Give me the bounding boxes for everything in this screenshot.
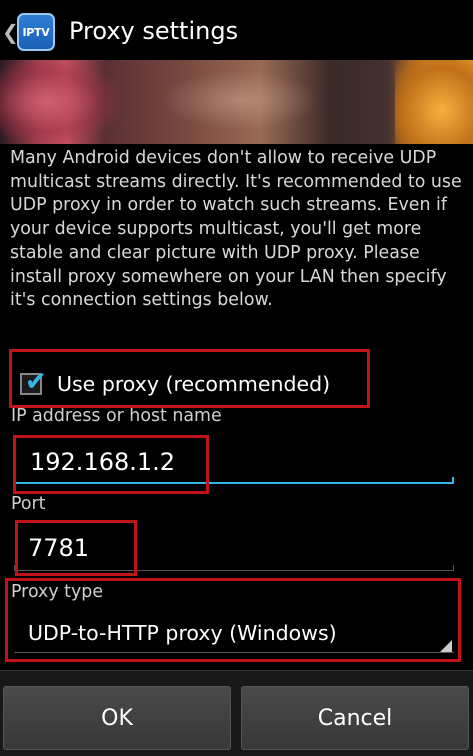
action-bar: ❮ IPTV Proxy settings — [0, 0, 473, 68]
cancel-button[interactable]: Cancel — [241, 686, 469, 750]
use-proxy-label[interactable]: Use proxy (recommended) — [57, 372, 330, 396]
iptv-app-icon[interactable]: IPTV — [17, 13, 55, 51]
host-input[interactable]: 192.168.1.2 — [30, 444, 175, 480]
port-input-underline — [14, 565, 454, 571]
button-bar: OK Cancel — [0, 670, 473, 756]
use-proxy-checkbox-row[interactable]: ✔ Use proxy (recommended) — [20, 364, 330, 404]
dropdown-corner-icon[interactable] — [440, 640, 452, 652]
settings-form: Many Android devices don't allow to rece… — [0, 144, 473, 670]
description-text: Many Android devices don't allow to rece… — [10, 148, 462, 311]
banner-image — [0, 60, 473, 144]
proxy-type-label: Proxy type — [11, 582, 104, 602]
checkmark-icon: ✔ — [25, 367, 47, 397]
port-input[interactable]: 7781 — [28, 530, 89, 566]
port-label: Port — [11, 494, 46, 514]
proxy-type-spinner[interactable]: UDP-to-HTTP proxy (Windows) — [28, 621, 337, 645]
host-label: IP address or host name — [11, 406, 222, 426]
page-title: Proxy settings — [69, 17, 239, 45]
proxy-type-spinner-underline — [14, 652, 454, 653]
host-input-underline — [14, 477, 454, 484]
use-proxy-checkbox[interactable]: ✔ — [20, 369, 47, 395]
ok-button[interactable]: OK — [3, 686, 231, 750]
